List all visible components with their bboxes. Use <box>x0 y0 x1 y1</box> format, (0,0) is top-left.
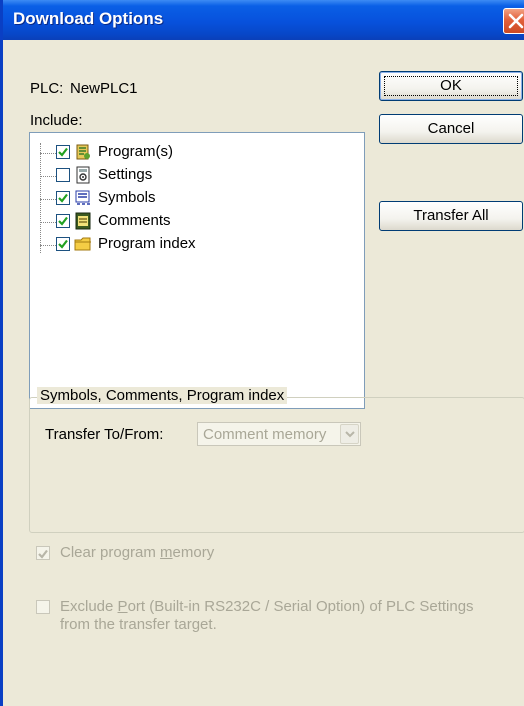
title-bar[interactable]: Download Options <box>3 0 524 40</box>
transfer-to-from-label: Transfer To/From: <box>45 426 164 443</box>
tree-item-label: Symbols <box>98 189 156 206</box>
chevron-down-icon <box>345 431 355 438</box>
folder-icon <box>74 237 91 251</box>
checkmark-icon <box>58 239 68 249</box>
transfer-to-from-select[interactable]: Comment memory <box>197 422 361 446</box>
symbols-comments-groupbox <box>29 397 524 533</box>
clear-memory-label: Clear program memory <box>60 544 215 561</box>
window-title: Download Options <box>13 9 164 28</box>
close-button[interactable] <box>503 8 524 34</box>
dialog-client: PLC: NewPLC1 Include: Program(s) Setting… <box>3 40 524 706</box>
settings-checkbox[interactable] <box>56 168 70 182</box>
program-icon <box>76 144 90 160</box>
checkmark-icon <box>58 147 68 157</box>
tree-item-label: Comments <box>98 212 171 229</box>
transfer-to-from-value: Comment memory <box>203 426 327 443</box>
symbols-checkbox[interactable] <box>56 191 70 205</box>
comments-checkbox[interactable] <box>56 214 70 228</box>
checkmark-icon <box>38 549 48 559</box>
download-options-dialog: Download Options PLC: NewPLC1 Include: P… <box>0 0 524 706</box>
cancel-button-label: Cancel <box>427 120 475 137</box>
checkmark-icon <box>58 216 68 226</box>
transfer-all-button[interactable]: Transfer All <box>379 201 523 231</box>
include-label: Include: <box>30 112 83 129</box>
exclude-port-checkbox[interactable] <box>36 600 50 614</box>
exclude-port-label-line2: from the transfer target. <box>60 616 217 633</box>
tree-item-label: Program(s) <box>98 143 174 160</box>
plc-label: PLC: <box>30 80 64 97</box>
ok-button[interactable]: OK <box>379 71 523 101</box>
tree-connector <box>40 143 41 253</box>
checkmark-icon <box>58 193 68 203</box>
groupbox-title: Symbols, Comments, Program index <box>37 387 288 404</box>
plc-name: NewPLC1 <box>70 80 138 97</box>
include-tree[interactable]: Program(s) Settings Symbols Comments Pro… <box>29 132 365 409</box>
comments-icon <box>75 212 91 230</box>
clear-memory-checkbox[interactable] <box>36 546 50 560</box>
exclude-port-label: Exclude Port (Built-in RS232C / Serial O… <box>60 598 474 615</box>
tree-item-label: Program index <box>98 235 196 252</box>
program-index-checkbox[interactable] <box>56 237 70 251</box>
symbols-icon <box>75 190 90 205</box>
tree-item-label: Settings <box>98 166 153 183</box>
close-icon <box>508 13 524 29</box>
transfer-all-button-label: Transfer All <box>413 207 489 224</box>
settings-icon <box>76 166 90 184</box>
cancel-button[interactable]: Cancel <box>379 114 523 144</box>
dropdown-button[interactable] <box>340 424 359 444</box>
programs-checkbox[interactable] <box>56 145 70 159</box>
